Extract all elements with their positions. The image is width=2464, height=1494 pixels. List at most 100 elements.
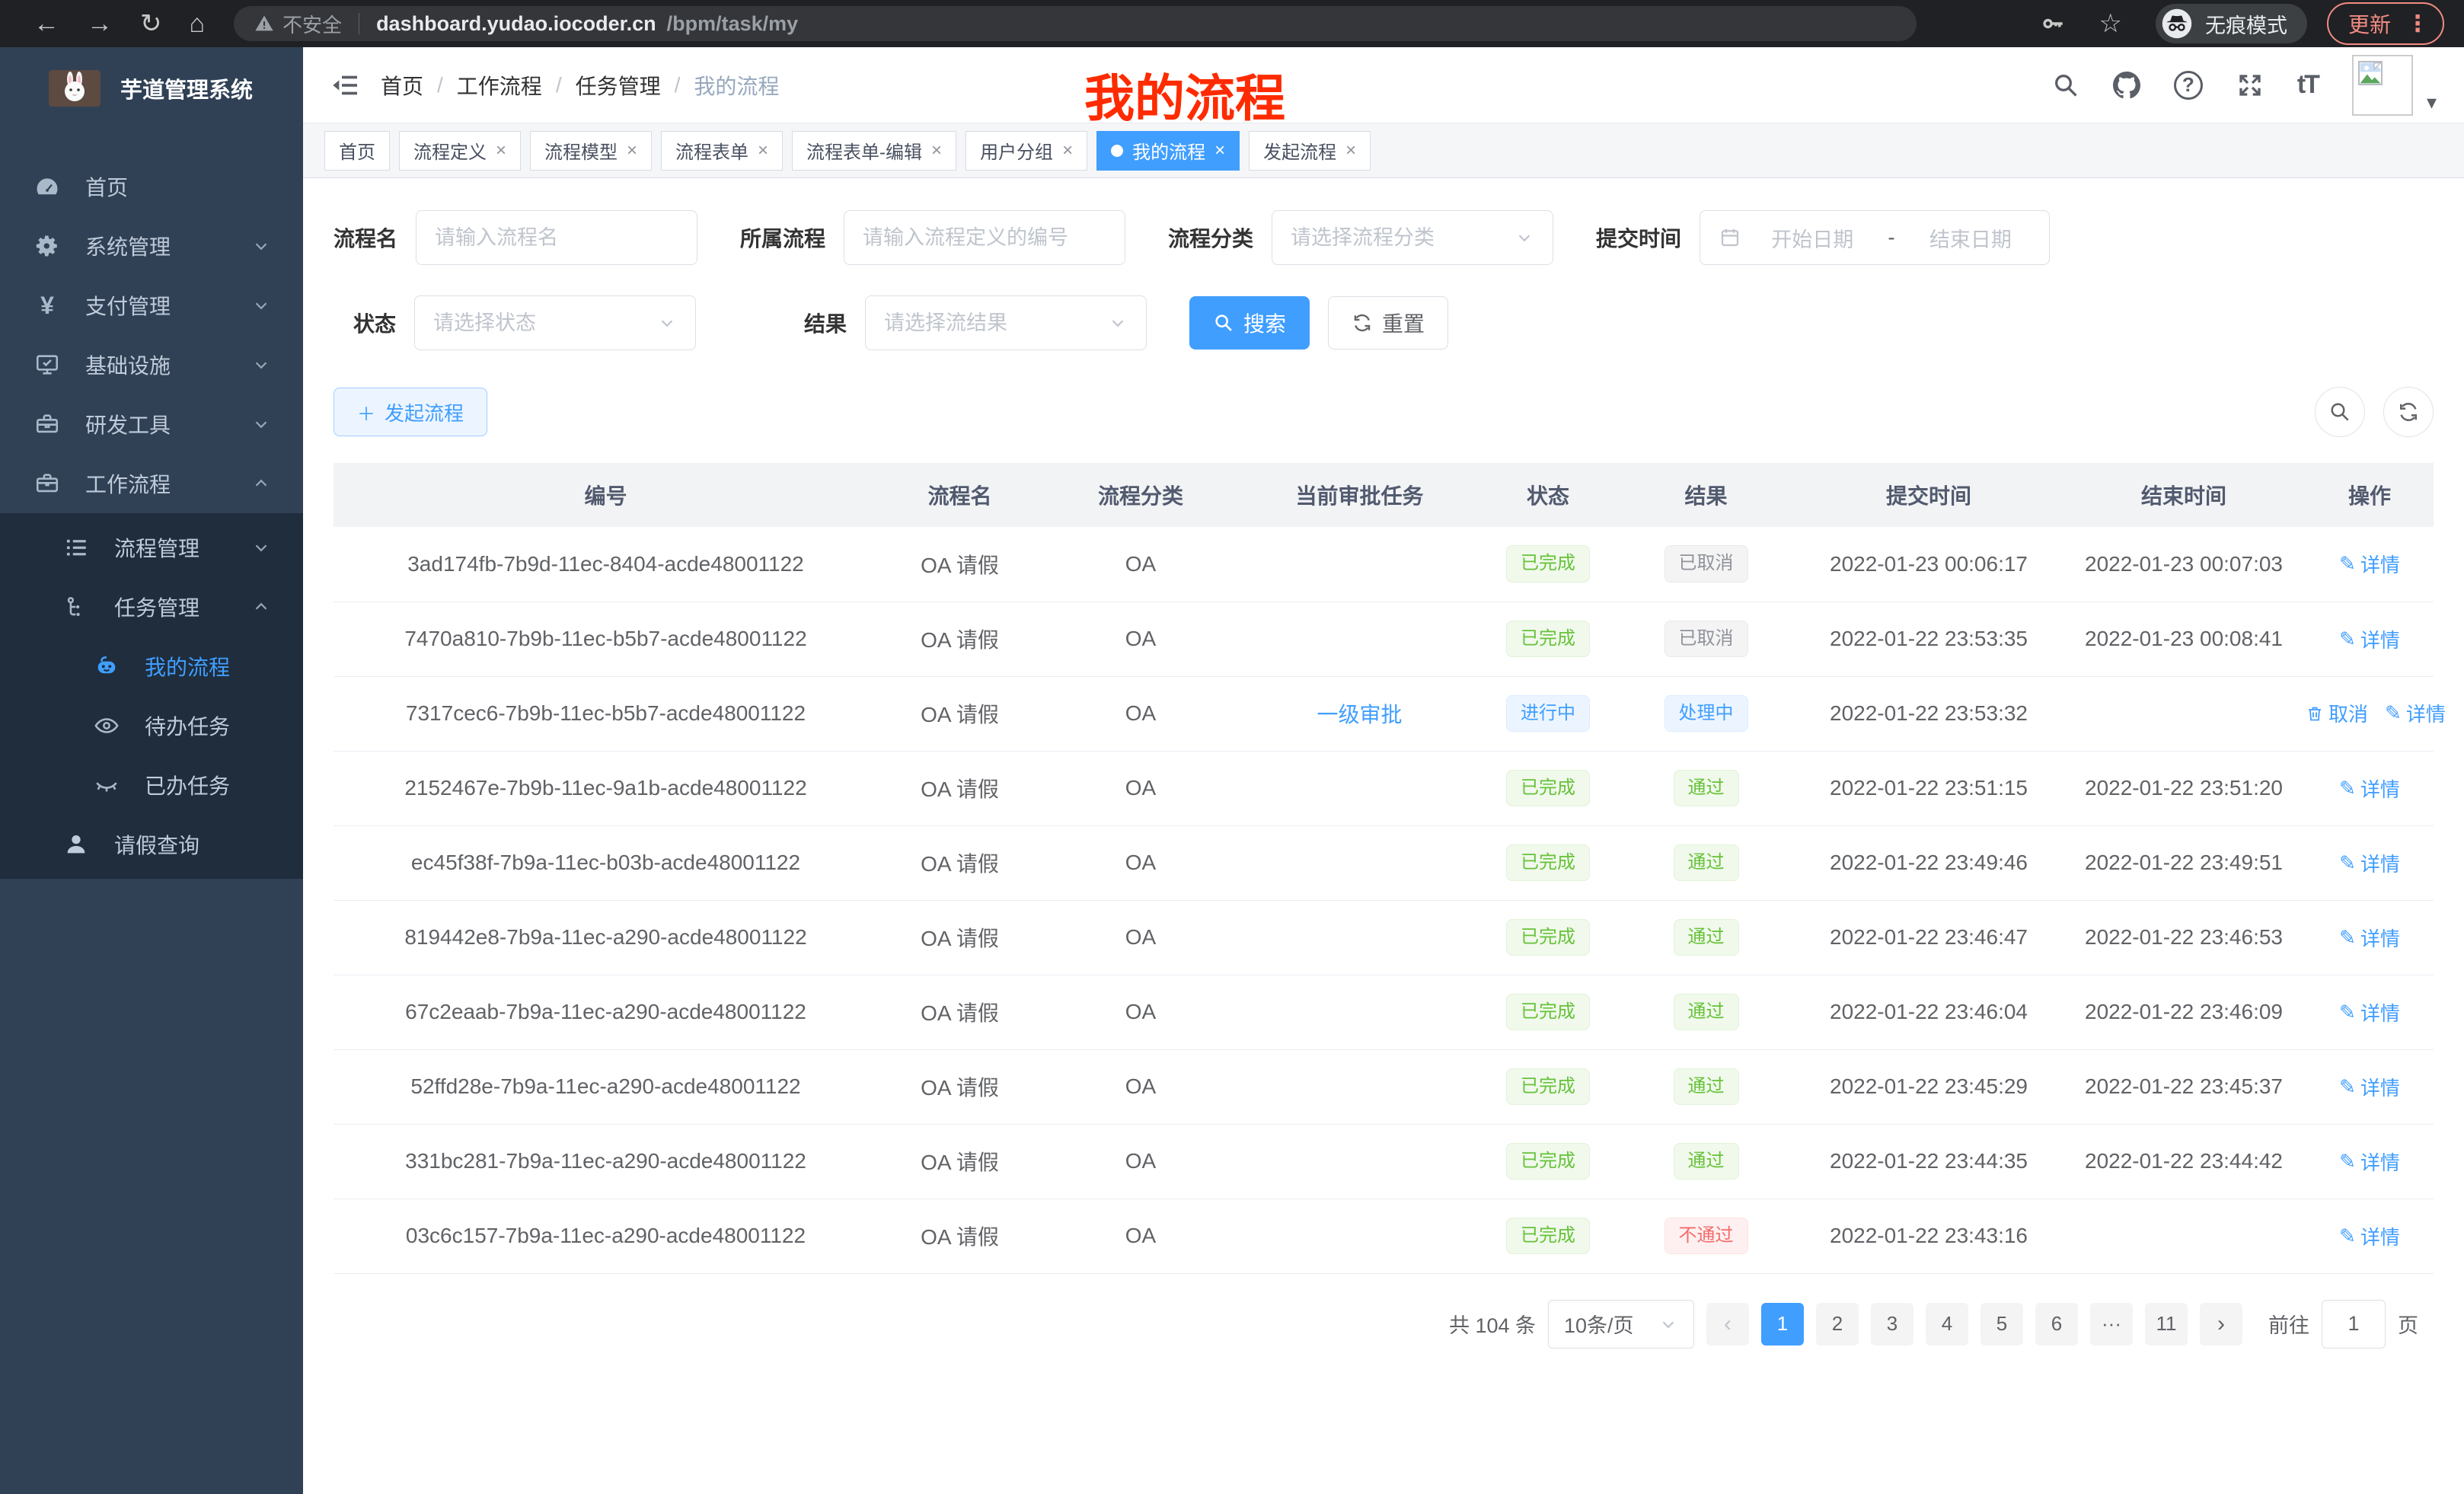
browser-menu-icon[interactable]: ⋮	[2406, 11, 2429, 37]
detail-link[interactable]: ✎ 详情	[2339, 774, 2400, 803]
breadcrumb-task-mgmt[interactable]: 任务管理	[576, 70, 661, 101]
view-tab[interactable]: 用户分组 ×	[965, 131, 1087, 171]
sidebar-item-todo-tasks[interactable]: 待办任务	[0, 696, 303, 755]
view-tab[interactable]: 流程表单-编辑 ×	[792, 131, 956, 171]
cell-name: OA 请假	[878, 900, 1042, 975]
sidebar-item-devtools[interactable]: 研发工具	[0, 394, 303, 454]
search-icon[interactable]	[2052, 72, 2079, 99]
font-size-icon[interactable]: tT	[2297, 70, 2319, 100]
view-tab[interactable]: 我的流程 ×	[1096, 131, 1240, 171]
browser-update-button[interactable]: 更新 ⋮	[2327, 2, 2444, 45]
breadcrumb-workflow[interactable]: 工作流程	[457, 70, 542, 101]
search-button[interactable]: 搜索	[1189, 296, 1310, 350]
sidebar-item-infra[interactable]: 基础设施	[0, 335, 303, 394]
reload-icon[interactable]: ↻	[140, 11, 162, 37]
page-button[interactable]: 4	[1926, 1303, 1968, 1346]
date-range-picker[interactable]: 开始日期 - 结束日期	[1700, 210, 2050, 265]
sidebar-item-task-mgmt[interactable]: 任务管理	[0, 577, 303, 637]
goto-page-input[interactable]	[2322, 1300, 2386, 1349]
detail-link[interactable]: ✎ 详情	[2339, 1148, 2400, 1176]
close-icon[interactable]: ×	[627, 142, 637, 160]
view-tab[interactable]: 流程模型 ×	[530, 131, 652, 171]
page-button[interactable]: 2	[1816, 1303, 1859, 1346]
page-size-select[interactable]: 10条/页	[1548, 1300, 1694, 1349]
process-name-field[interactable]	[416, 210, 697, 265]
page-button[interactable]: 3	[1871, 1303, 1913, 1346]
result-select[interactable]	[865, 295, 1147, 350]
address-bar[interactable]: 不安全 dashboard.yudao.iocoder.cn/bpm/task/…	[234, 6, 1917, 41]
calendar-icon	[1719, 226, 1741, 249]
sidebar-item-done-tasks[interactable]: 已办任务	[0, 755, 303, 815]
detail-link[interactable]: ✎ 详情	[2339, 1222, 2400, 1250]
detail-link[interactable]: ✎ 详情	[2339, 998, 2400, 1026]
sidebar-item-payment[interactable]: ¥ 支付管理	[0, 276, 303, 335]
close-icon[interactable]: ×	[1214, 142, 1225, 160]
caret-down-icon[interactable]: ▾	[2427, 91, 2437, 114]
current-task-link[interactable]: 一级审批	[1317, 703, 1402, 726]
process-def-field[interactable]	[844, 210, 1125, 265]
start-date-placeholder[interactable]: 开始日期	[1752, 223, 1872, 253]
sidebar-item-my-process[interactable]: 我的流程	[0, 637, 303, 696]
refresh-table-button[interactable]	[2383, 387, 2434, 437]
back-icon[interactable]: ←	[34, 11, 59, 37]
category-select[interactable]	[1272, 210, 1553, 265]
view-tab[interactable]: 发起流程 ×	[1249, 131, 1371, 171]
page-button[interactable]: 11	[2145, 1303, 2188, 1346]
close-icon[interactable]: ×	[758, 142, 768, 160]
page-button[interactable]: 5	[1980, 1303, 2023, 1346]
page-button[interactable]: ···	[2090, 1303, 2133, 1346]
start-process-label: 发起流程	[385, 398, 464, 426]
breadcrumb-home[interactable]: 首页	[381, 70, 423, 101]
page-button[interactable]: 6	[2035, 1303, 2078, 1346]
help-icon[interactable]: ?	[2174, 71, 2203, 100]
category-select-input[interactable]	[1291, 226, 1508, 250]
close-icon[interactable]: ×	[1062, 142, 1073, 160]
result-select-input[interactable]	[884, 311, 1102, 335]
detail-link[interactable]: ✎ 详情	[2339, 550, 2400, 578]
sidebar-item-workflow[interactable]: 工作流程	[0, 454, 303, 513]
reset-button[interactable]: 重置	[1328, 296, 1448, 350]
fullscreen-icon[interactable]	[2236, 72, 2264, 99]
process-def-input[interactable]	[863, 226, 1106, 250]
home-icon[interactable]: ⌂	[190, 11, 206, 37]
sidebar-collapse-icon[interactable]	[330, 70, 361, 101]
detail-link[interactable]: ✎ 详情	[2339, 849, 2400, 877]
sidebar-item-label: 待办任务	[145, 710, 230, 741]
view-tab[interactable]: 首页	[324, 131, 390, 171]
close-icon[interactable]: ×	[1345, 142, 1356, 160]
cell-id: 7470a810-7b9b-11ec-b5b7-acde48001122	[334, 602, 878, 676]
detail-link[interactable]: ✎ 详情	[2385, 699, 2446, 727]
view-tab[interactable]: 流程表单 ×	[661, 131, 783, 171]
screenshot-root: ← → ↻ ⌂ 不安全 dashboard.yudao.iocoder.cn/b…	[0, 0, 2464, 1494]
sidebar-item-leave-query[interactable]: 请假查询	[0, 815, 303, 874]
page-button[interactable]: 1	[1761, 1303, 1804, 1346]
next-page-button[interactable]: ›	[2200, 1303, 2242, 1346]
start-process-button[interactable]: ＋ 发起流程	[334, 388, 487, 436]
status-select-input[interactable]	[433, 311, 651, 335]
close-icon[interactable]: ×	[931, 142, 942, 160]
password-key-icon[interactable]	[2040, 11, 2066, 37]
logo-row[interactable]: 芋道管理系统	[0, 47, 303, 129]
tab-label: 流程表单	[675, 137, 748, 164]
sidebar-item-label: 支付管理	[85, 290, 171, 321]
sidebar-item-home[interactable]: 首页	[0, 157, 303, 216]
show-search-button[interactable]	[2315, 387, 2365, 437]
detail-link[interactable]: ✎ 详情	[2339, 1073, 2400, 1101]
view-tab[interactable]: 流程定义 ×	[399, 131, 521, 171]
forward-icon[interactable]: →	[87, 11, 113, 37]
detail-link[interactable]: ✎ 详情	[2339, 625, 2400, 653]
avatar[interactable]	[2352, 55, 2413, 116]
cancel-link[interactable]: 取消	[2306, 699, 2368, 727]
security-indicator[interactable]: 不安全	[254, 10, 342, 38]
detail-link[interactable]: ✎ 详情	[2339, 924, 2400, 952]
sidebar-item-process-mgmt[interactable]: 流程管理	[0, 518, 303, 577]
github-icon[interactable]	[2113, 72, 2140, 99]
prev-page-button[interactable]: ‹	[1706, 1303, 1749, 1346]
status-select[interactable]	[414, 295, 696, 350]
process-name-input[interactable]	[435, 226, 678, 250]
tab-label: 流程模型	[544, 137, 618, 164]
end-date-placeholder[interactable]: 结束日期	[1910, 223, 2031, 253]
bookmark-star-icon[interactable]: ☆	[2099, 11, 2122, 37]
sidebar-item-system[interactable]: 系统管理	[0, 216, 303, 276]
close-icon[interactable]: ×	[496, 142, 506, 160]
